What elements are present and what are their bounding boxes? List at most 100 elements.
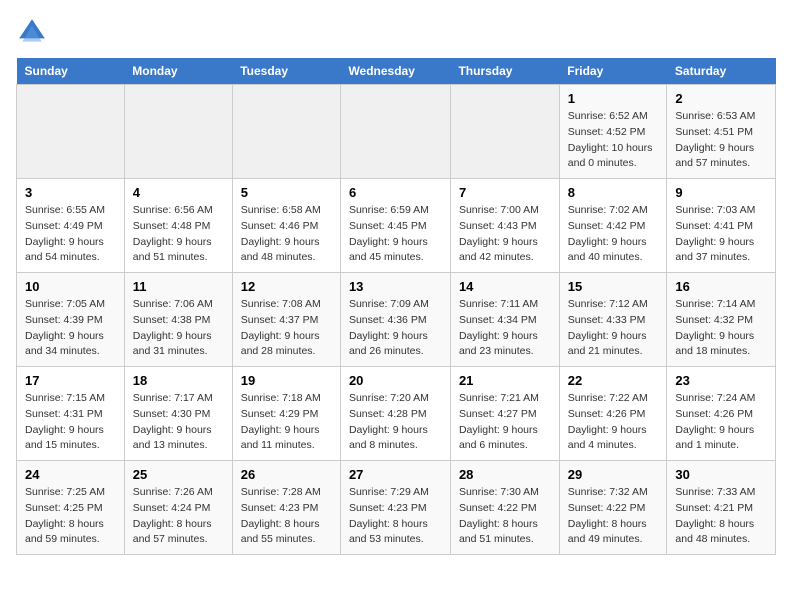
- day-info: Sunrise: 7:18 AM Sunset: 4:29 PM Dayligh…: [241, 391, 332, 454]
- day-info: Sunrise: 6:53 AM Sunset: 4:51 PM Dayligh…: [675, 109, 767, 172]
- page-header: [16, 16, 776, 48]
- day-info: Sunrise: 7:02 AM Sunset: 4:42 PM Dayligh…: [568, 203, 659, 266]
- header-friday: Friday: [559, 58, 667, 85]
- day-number: 6: [349, 185, 442, 200]
- day-cell: 23 Sunrise: 7:24 AM Sunset: 4:26 PM Dayli…: [667, 367, 776, 461]
- day-info: Sunrise: 6:58 AM Sunset: 4:46 PM Dayligh…: [241, 203, 332, 266]
- day-number: 14: [459, 279, 551, 294]
- day-info: Sunrise: 7:15 AM Sunset: 4:31 PM Dayligh…: [25, 391, 116, 454]
- day-cell: 19 Sunrise: 7:18 AM Sunset: 4:29 PM Dayli…: [232, 367, 340, 461]
- day-number: 17: [25, 373, 116, 388]
- day-cell: 30 Sunrise: 7:33 AM Sunset: 4:21 PM Dayli…: [667, 461, 776, 555]
- day-number: 28: [459, 467, 551, 482]
- day-cell: 27 Sunrise: 7:29 AM Sunset: 4:23 PM Dayli…: [340, 461, 450, 555]
- day-number: 10: [25, 279, 116, 294]
- day-cell: [17, 85, 125, 179]
- day-number: 30: [675, 467, 767, 482]
- day-cell: 7 Sunrise: 7:00 AM Sunset: 4:43 PM Daylig…: [450, 179, 559, 273]
- day-number: 9: [675, 185, 767, 200]
- day-info: Sunrise: 6:52 AM Sunset: 4:52 PM Dayligh…: [568, 109, 659, 172]
- day-number: 18: [133, 373, 224, 388]
- header-wednesday: Wednesday: [340, 58, 450, 85]
- day-info: Sunrise: 7:22 AM Sunset: 4:26 PM Dayligh…: [568, 391, 659, 454]
- day-info: Sunrise: 7:06 AM Sunset: 4:38 PM Dayligh…: [133, 297, 224, 360]
- day-info: Sunrise: 7:28 AM Sunset: 4:23 PM Dayligh…: [241, 485, 332, 548]
- day-cell: 29 Sunrise: 7:32 AM Sunset: 4:22 PM Dayli…: [559, 461, 667, 555]
- day-info: Sunrise: 7:08 AM Sunset: 4:37 PM Dayligh…: [241, 297, 332, 360]
- header-thursday: Thursday: [450, 58, 559, 85]
- day-info: Sunrise: 7:11 AM Sunset: 4:34 PM Dayligh…: [459, 297, 551, 360]
- day-cell: 26 Sunrise: 7:28 AM Sunset: 4:23 PM Dayli…: [232, 461, 340, 555]
- week-row-2: 3Sunrise: 6:55 AM Sunset: 4:49 PM Daylig…: [17, 179, 776, 273]
- day-info: Sunrise: 7:05 AM Sunset: 4:39 PM Dayligh…: [25, 297, 116, 360]
- day-info: Sunrise: 7:24 AM Sunset: 4:26 PM Dayligh…: [675, 391, 767, 454]
- day-cell: 4 Sunrise: 6:56 AM Sunset: 4:48 PM Daylig…: [124, 179, 232, 273]
- day-info: Sunrise: 7:29 AM Sunset: 4:23 PM Dayligh…: [349, 485, 442, 548]
- day-number: 5: [241, 185, 332, 200]
- day-number: 7: [459, 185, 551, 200]
- day-cell: 22 Sunrise: 7:22 AM Sunset: 4:26 PM Dayli…: [559, 367, 667, 461]
- day-number: 12: [241, 279, 332, 294]
- day-number: 25: [133, 467, 224, 482]
- day-info: Sunrise: 7:32 AM Sunset: 4:22 PM Dayligh…: [568, 485, 659, 548]
- day-cell: [124, 85, 232, 179]
- day-number: 23: [675, 373, 767, 388]
- week-row-5: 24 Sunrise: 7:25 AM Sunset: 4:25 PM Dayli…: [17, 461, 776, 555]
- day-cell: 9 Sunrise: 7:03 AM Sunset: 4:41 PM Daylig…: [667, 179, 776, 273]
- day-cell: 8Sunrise: 7:02 AM Sunset: 4:42 PM Daylig…: [559, 179, 667, 273]
- day-cell: 10 Sunrise: 7:05 AM Sunset: 4:39 PM Dayli…: [17, 273, 125, 367]
- day-cell: 5 Sunrise: 6:58 AM Sunset: 4:46 PM Daylig…: [232, 179, 340, 273]
- day-info: Sunrise: 7:30 AM Sunset: 4:22 PM Dayligh…: [459, 485, 551, 548]
- day-info: Sunrise: 7:21 AM Sunset: 4:27 PM Dayligh…: [459, 391, 551, 454]
- day-cell: [232, 85, 340, 179]
- day-number: 21: [459, 373, 551, 388]
- week-row-4: 17 Sunrise: 7:15 AM Sunset: 4:31 PM Dayli…: [17, 367, 776, 461]
- day-number: 27: [349, 467, 442, 482]
- day-cell: 1Sunrise: 6:52 AM Sunset: 4:52 PM Daylig…: [559, 85, 667, 179]
- day-cell: 11 Sunrise: 7:06 AM Sunset: 4:38 PM Dayli…: [124, 273, 232, 367]
- day-number: 4: [133, 185, 224, 200]
- day-info: Sunrise: 7:17 AM Sunset: 4:30 PM Dayligh…: [133, 391, 224, 454]
- day-cell: 25 Sunrise: 7:26 AM Sunset: 4:24 PM Dayli…: [124, 461, 232, 555]
- day-info: Sunrise: 7:25 AM Sunset: 4:25 PM Dayligh…: [25, 485, 116, 548]
- day-number: 29: [568, 467, 659, 482]
- calendar-table: SundayMondayTuesdayWednesdayThursdayFrid…: [16, 58, 776, 555]
- day-info: Sunrise: 7:33 AM Sunset: 4:21 PM Dayligh…: [675, 485, 767, 548]
- day-info: Sunrise: 7:26 AM Sunset: 4:24 PM Dayligh…: [133, 485, 224, 548]
- day-cell: 28 Sunrise: 7:30 AM Sunset: 4:22 PM Dayli…: [450, 461, 559, 555]
- header-monday: Monday: [124, 58, 232, 85]
- day-cell: 20Sunrise: 7:20 AM Sunset: 4:28 PM Dayli…: [340, 367, 450, 461]
- day-cell: 14 Sunrise: 7:11 AM Sunset: 4:34 PM Dayli…: [450, 273, 559, 367]
- day-number: 13: [349, 279, 442, 294]
- day-info: Sunrise: 7:03 AM Sunset: 4:41 PM Dayligh…: [675, 203, 767, 266]
- day-cell: 15Sunrise: 7:12 AM Sunset: 4:33 PM Dayli…: [559, 273, 667, 367]
- day-cell: 2 Sunrise: 6:53 AM Sunset: 4:51 PM Daylig…: [667, 85, 776, 179]
- day-cell: 18 Sunrise: 7:17 AM Sunset: 4:30 PM Dayli…: [124, 367, 232, 461]
- day-cell: 12 Sunrise: 7:08 AM Sunset: 4:37 PM Dayli…: [232, 273, 340, 367]
- day-cell: 24 Sunrise: 7:25 AM Sunset: 4:25 PM Dayli…: [17, 461, 125, 555]
- logo-icon: [16, 16, 48, 48]
- header-sunday: Sunday: [17, 58, 125, 85]
- day-info: Sunrise: 6:56 AM Sunset: 4:48 PM Dayligh…: [133, 203, 224, 266]
- day-info: Sunrise: 7:14 AM Sunset: 4:32 PM Dayligh…: [675, 297, 767, 360]
- calendar-header-row: SundayMondayTuesdayWednesdayThursdayFrid…: [17, 58, 776, 85]
- day-number: 11: [133, 279, 224, 294]
- day-number: 24: [25, 467, 116, 482]
- day-number: 26: [241, 467, 332, 482]
- header-tuesday: Tuesday: [232, 58, 340, 85]
- day-cell: 17 Sunrise: 7:15 AM Sunset: 4:31 PM Dayli…: [17, 367, 125, 461]
- day-cell: 21 Sunrise: 7:21 AM Sunset: 4:27 PM Dayli…: [450, 367, 559, 461]
- day-number: 22: [568, 373, 659, 388]
- day-number: 19: [241, 373, 332, 388]
- logo: [16, 16, 52, 48]
- day-number: 15: [568, 279, 659, 294]
- day-cell: [340, 85, 450, 179]
- day-info: Sunrise: 6:59 AM Sunset: 4:45 PM Dayligh…: [349, 203, 442, 266]
- day-number: 16: [675, 279, 767, 294]
- day-number: 2: [675, 91, 767, 106]
- day-cell: 3Sunrise: 6:55 AM Sunset: 4:49 PM Daylig…: [17, 179, 125, 273]
- day-info: Sunrise: 7:00 AM Sunset: 4:43 PM Dayligh…: [459, 203, 551, 266]
- day-info: Sunrise: 6:55 AM Sunset: 4:49 PM Dayligh…: [25, 203, 116, 266]
- header-saturday: Saturday: [667, 58, 776, 85]
- day-number: 20: [349, 373, 442, 388]
